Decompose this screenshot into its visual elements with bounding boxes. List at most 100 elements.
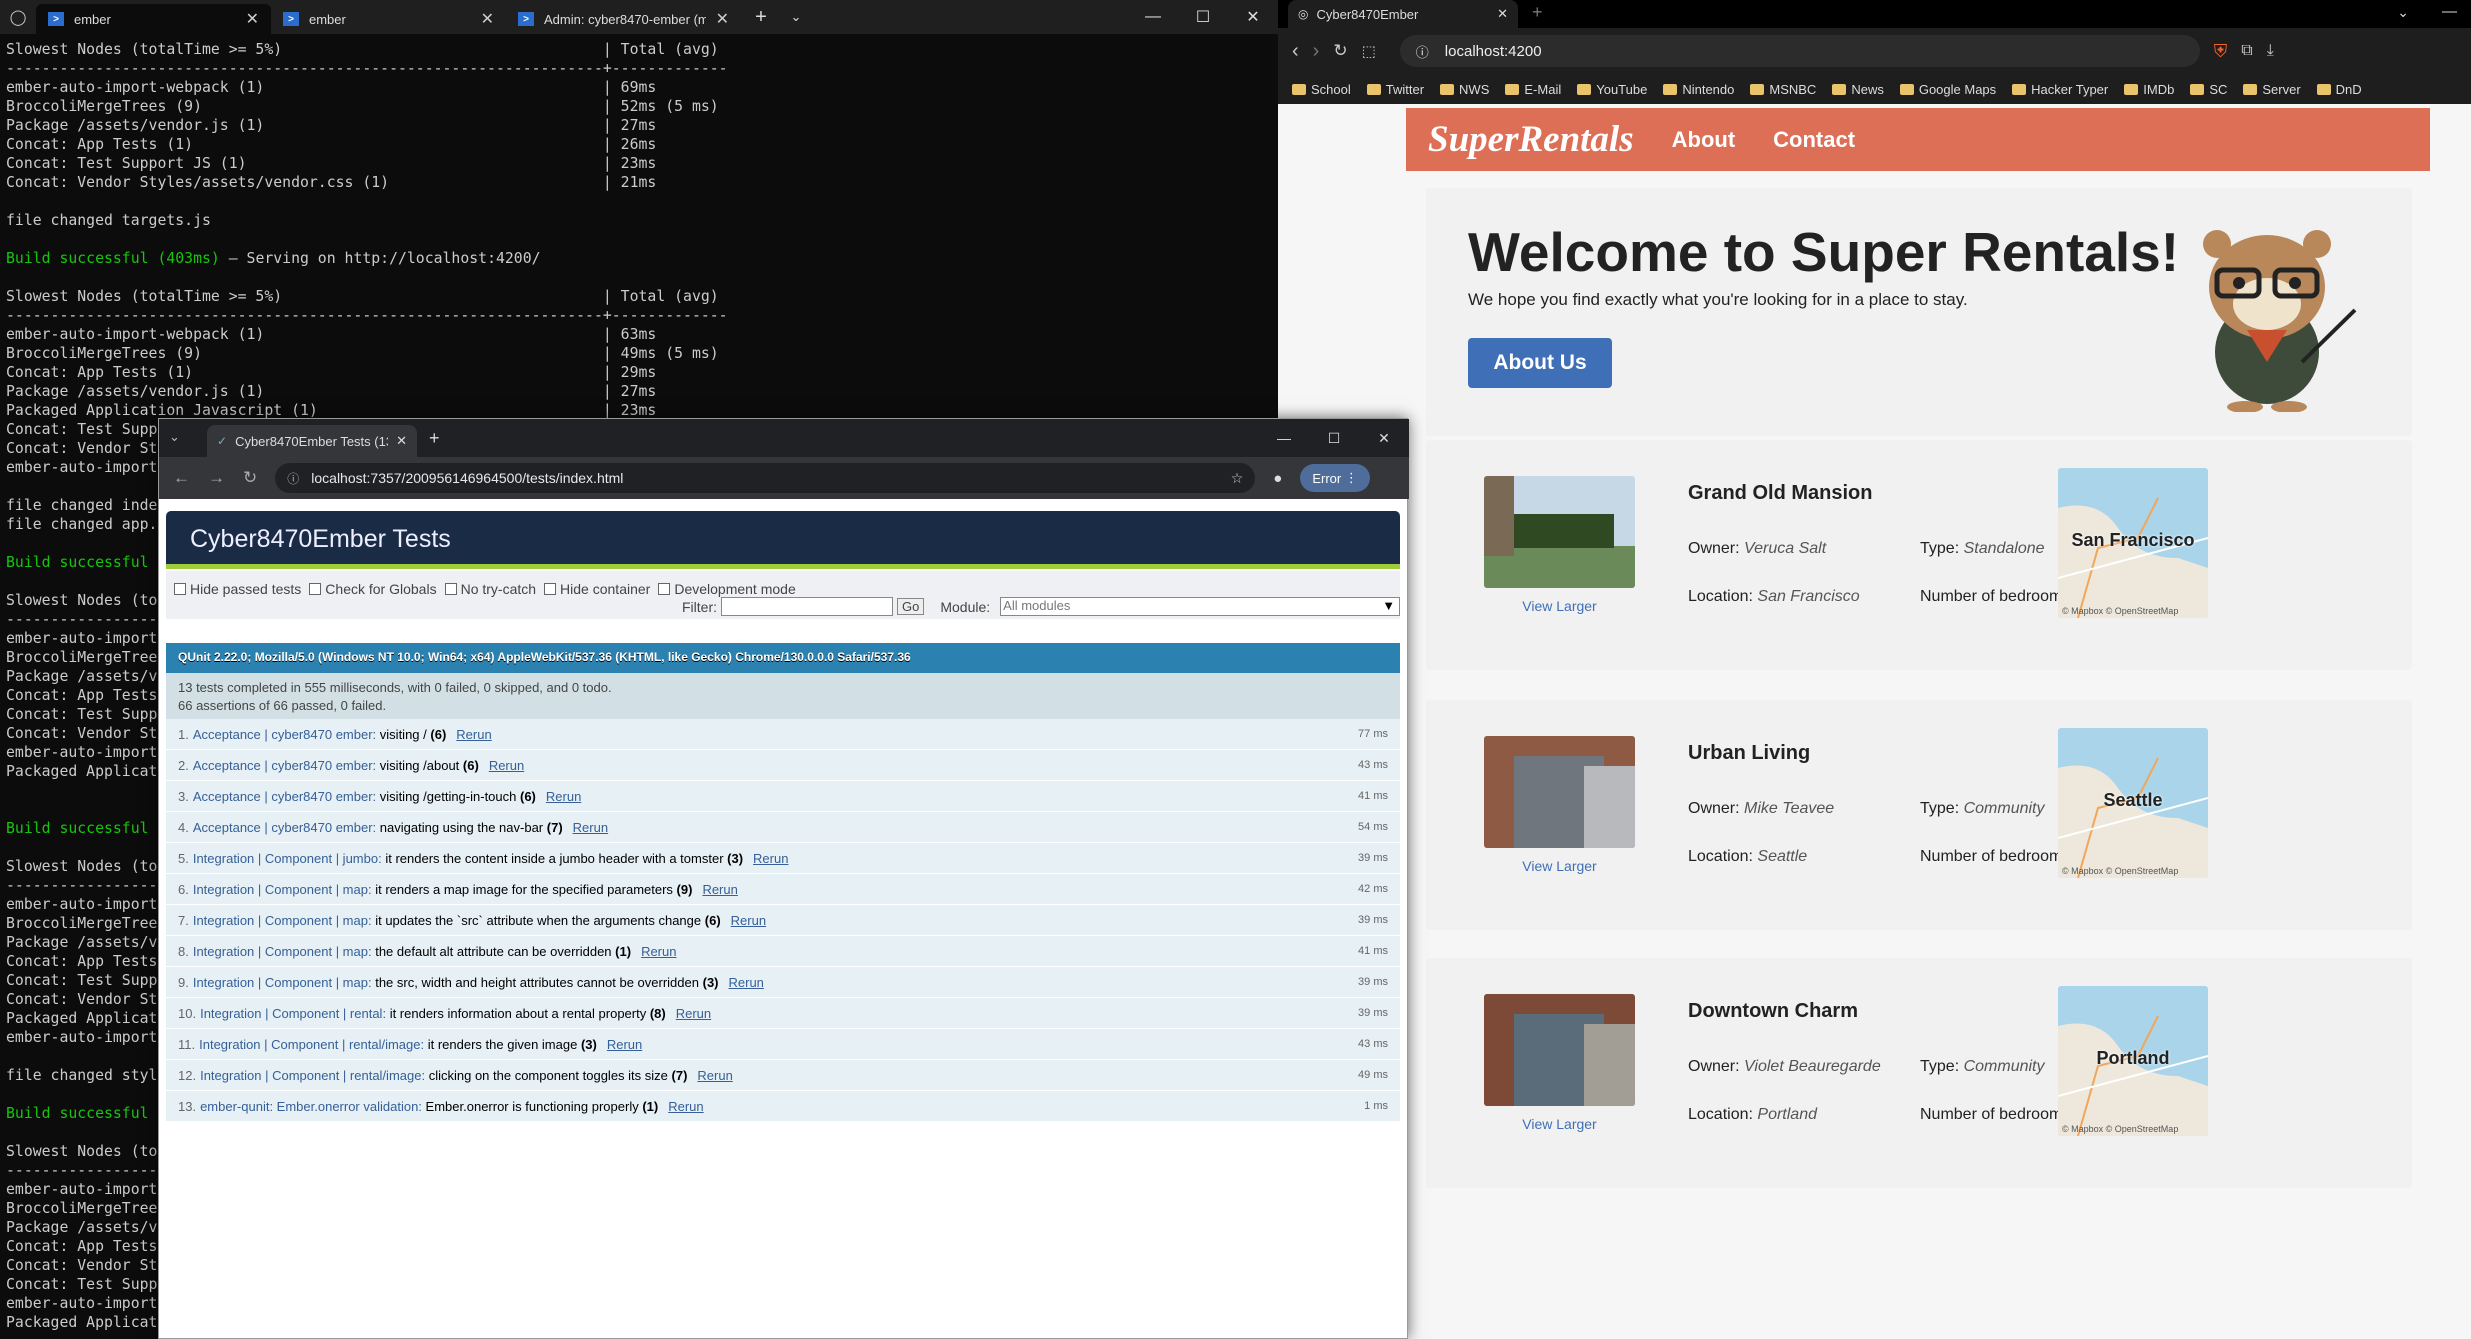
- test-name[interactable]: visiting /getting-in-touch: [380, 789, 517, 804]
- test-name[interactable]: it updates the `src` attribute when the …: [375, 913, 701, 928]
- download-icon[interactable]: ⤓: [2267, 42, 2274, 60]
- test-module[interactable]: ember-qunit: Ember.onerror validation:: [200, 1099, 422, 1114]
- reload-icon[interactable]: ↻: [1333, 41, 1347, 61]
- bookmark-item[interactable]: E-Mail: [1505, 82, 1561, 97]
- bookmark-item[interactable]: SC: [2190, 82, 2227, 97]
- bookmark-item[interactable]: YouTube: [1577, 82, 1647, 97]
- bookmark-item[interactable]: IMDb: [2124, 82, 2174, 97]
- bookmark-icon[interactable]: ⬚: [1362, 42, 1376, 60]
- test-name[interactable]: navigating using the nav-bar: [380, 820, 543, 835]
- rental-map[interactable]: Seattle © Mapbox © OpenStreetMap: [2058, 728, 2208, 878]
- browser-tab[interactable]: ◎ Cyber8470Ember ✕: [1288, 0, 1518, 28]
- address-bar[interactable]: ⓘ localhost:4200: [1399, 35, 2200, 67]
- view-larger-link[interactable]: View Larger: [1484, 858, 1635, 874]
- rerun-link[interactable]: Rerun: [697, 1068, 732, 1083]
- test-name[interactable]: visiting /about: [380, 758, 460, 773]
- rerun-link[interactable]: Rerun: [489, 758, 524, 773]
- bookmark-item[interactable]: School: [1292, 82, 1351, 97]
- test-module[interactable]: Integration | Component | map:: [193, 975, 372, 990]
- maximize-icon[interactable]: ☐: [1178, 7, 1228, 27]
- terminal-tab-2[interactable]: > ember ✕: [271, 4, 506, 34]
- rerun-link[interactable]: Rerun: [546, 789, 581, 804]
- qunit-option-checkbox[interactable]: Hide container: [544, 581, 650, 597]
- checkbox-box[interactable]: [444, 583, 457, 595]
- brave-shield-icon[interactable]: ⛨: [2214, 41, 2228, 62]
- test-module[interactable]: Integration | Component | rental/image:: [200, 1068, 425, 1083]
- rerun-link[interactable]: Rerun: [731, 913, 766, 928]
- test-module[interactable]: Integration | Component | rental:: [200, 1006, 386, 1021]
- rerun-link[interactable]: Rerun: [702, 882, 737, 897]
- terminal-menu-icon[interactable]: ◯: [0, 8, 36, 26]
- qunit-header[interactable]: Cyber8470Ember Tests: [166, 511, 1400, 569]
- filter-input[interactable]: [721, 597, 893, 616]
- tab-search-icon[interactable]: ⌄: [169, 429, 180, 445]
- test-module[interactable]: Acceptance | cyber8470 ember:: [193, 727, 376, 742]
- close-icon[interactable]: ✕: [396, 433, 407, 449]
- test-module[interactable]: Integration | Component | map:: [193, 944, 372, 959]
- minimize-icon[interactable]: —: [1128, 8, 1178, 26]
- extension-icon[interactable]: ⧉: [2241, 42, 2252, 60]
- rental-map[interactable]: Portland © Mapbox © OpenStreetMap: [2058, 986, 2208, 1136]
- rental-image[interactable]: [1484, 736, 1635, 848]
- tests-address-bar[interactable]: ⓘ localhost:7357/200956146964500/tests/in…: [275, 463, 1256, 493]
- new-tab-icon[interactable]: +: [741, 6, 781, 29]
- rental-image[interactable]: [1484, 476, 1635, 588]
- test-name[interactable]: it renders the given image: [428, 1037, 578, 1052]
- checkbox-box[interactable]: [174, 583, 186, 595]
- minimize-icon[interactable]: —: [2442, 3, 2457, 20]
- go-button[interactable]: Go: [897, 598, 925, 615]
- rental-image[interactable]: [1484, 994, 1635, 1106]
- new-tab-icon[interactable]: +: [1532, 2, 1543, 23]
- view-larger-link[interactable]: View Larger: [1484, 598, 1635, 614]
- test-name[interactable]: it renders the content inside a jumbo he…: [385, 851, 723, 866]
- qunit-option-checkbox[interactable]: Development mode: [658, 581, 796, 597]
- view-larger-link[interactable]: View Larger: [1484, 1116, 1635, 1132]
- close-icon[interactable]: ✕: [481, 9, 494, 29]
- new-tab-icon[interactable]: +: [429, 428, 440, 449]
- rental-map[interactable]: San Francisco © Mapbox © OpenStreetMap: [2058, 468, 2208, 618]
- test-name[interactable]: Ember.onerror is functioning properly: [426, 1099, 639, 1114]
- bookmark-item[interactable]: Twitter: [1366, 82, 1424, 97]
- forward-icon[interactable]: →: [208, 468, 225, 488]
- rerun-link[interactable]: Rerun: [676, 1006, 711, 1021]
- nav-about-link[interactable]: About: [1672, 127, 1736, 153]
- test-name[interactable]: it renders a map image for the specified…: [375, 882, 673, 897]
- bookmark-item[interactable]: Nintendo: [1663, 82, 1734, 97]
- rerun-link[interactable]: Rerun: [668, 1099, 703, 1114]
- forward-icon[interactable]: ›: [1313, 40, 1320, 63]
- test-module[interactable]: Integration | Component | map:: [193, 882, 372, 897]
- close-window-icon[interactable]: ✕: [1228, 7, 1278, 27]
- nav-contact-link[interactable]: Contact: [1773, 127, 1855, 153]
- chevron-down-icon[interactable]: ⌄: [2397, 4, 2409, 21]
- close-icon[interactable]: ✕: [246, 9, 259, 29]
- error-badge[interactable]: Error ⋮: [1300, 464, 1370, 492]
- bookmark-item[interactable]: Server: [2243, 82, 2301, 97]
- checkbox-box[interactable]: [544, 583, 557, 595]
- close-icon[interactable]: ✕: [1497, 6, 1508, 22]
- qunit-option-checkbox[interactable]: No try-catch: [444, 581, 536, 597]
- chevron-down-icon[interactable]: ⌄: [781, 9, 811, 25]
- checkbox-box[interactable]: [309, 583, 322, 595]
- bookmark-item[interactable]: Google Maps: [1899, 82, 1996, 97]
- test-module[interactable]: Acceptance | cyber8470 ember:: [193, 758, 376, 773]
- tests-tab[interactable]: ✓ Cyber8470Ember Tests (13/✕: [207, 425, 417, 457]
- bookmark-item[interactable]: NWS: [1440, 82, 1489, 97]
- terminal-tab-3[interactable]: > Admin: cyber8470-ember (mas ✕: [506, 4, 741, 34]
- test-name[interactable]: the src, width and height attributes can…: [375, 975, 699, 990]
- qunit-option-checkbox[interactable]: Check for Globals: [309, 581, 437, 597]
- rerun-link[interactable]: Rerun: [573, 820, 608, 835]
- about-us-button[interactable]: About Us: [1468, 338, 1612, 388]
- rerun-link[interactable]: Rerun: [753, 851, 788, 866]
- module-select[interactable]: All modules ▼: [1000, 597, 1401, 616]
- checkbox-box[interactable]: [658, 583, 671, 595]
- test-name[interactable]: the default alt attribute can be overrid…: [375, 944, 611, 959]
- minimize-icon[interactable]: —: [1259, 430, 1309, 446]
- test-name[interactable]: visiting /: [380, 727, 427, 742]
- reload-icon[interactable]: ↻: [243, 468, 257, 488]
- maximize-icon[interactable]: ☐: [1309, 430, 1359, 447]
- test-module[interactable]: Acceptance | cyber8470 ember:: [193, 789, 376, 804]
- close-window-icon[interactable]: ✕: [1359, 430, 1409, 447]
- test-module[interactable]: Integration | Component | jumbo:: [193, 851, 382, 866]
- rerun-link[interactable]: Rerun: [729, 975, 764, 990]
- qunit-option-checkbox[interactable]: Hide passed tests: [174, 581, 301, 597]
